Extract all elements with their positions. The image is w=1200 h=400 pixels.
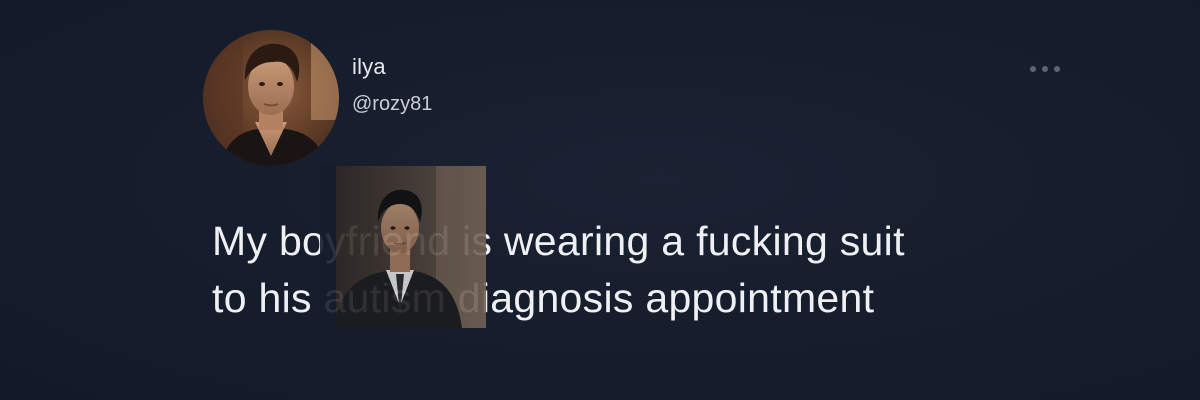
user-handle[interactable]: @rozy81 bbox=[352, 93, 432, 116]
more-dot bbox=[1030, 66, 1036, 72]
suited-man-image bbox=[320, 166, 486, 328]
tweet-card: ilya @rozy81 My boyfriend is wearing a f… bbox=[0, 0, 1200, 400]
display-name[interactable]: ilya bbox=[352, 54, 386, 80]
more-horizontal-icon[interactable] bbox=[1030, 60, 1060, 78]
profile-avatar[interactable] bbox=[203, 30, 339, 166]
more-dot bbox=[1042, 66, 1048, 72]
suited-man-photo bbox=[320, 166, 486, 328]
avatar-photo bbox=[203, 30, 339, 166]
more-dot bbox=[1054, 66, 1060, 72]
